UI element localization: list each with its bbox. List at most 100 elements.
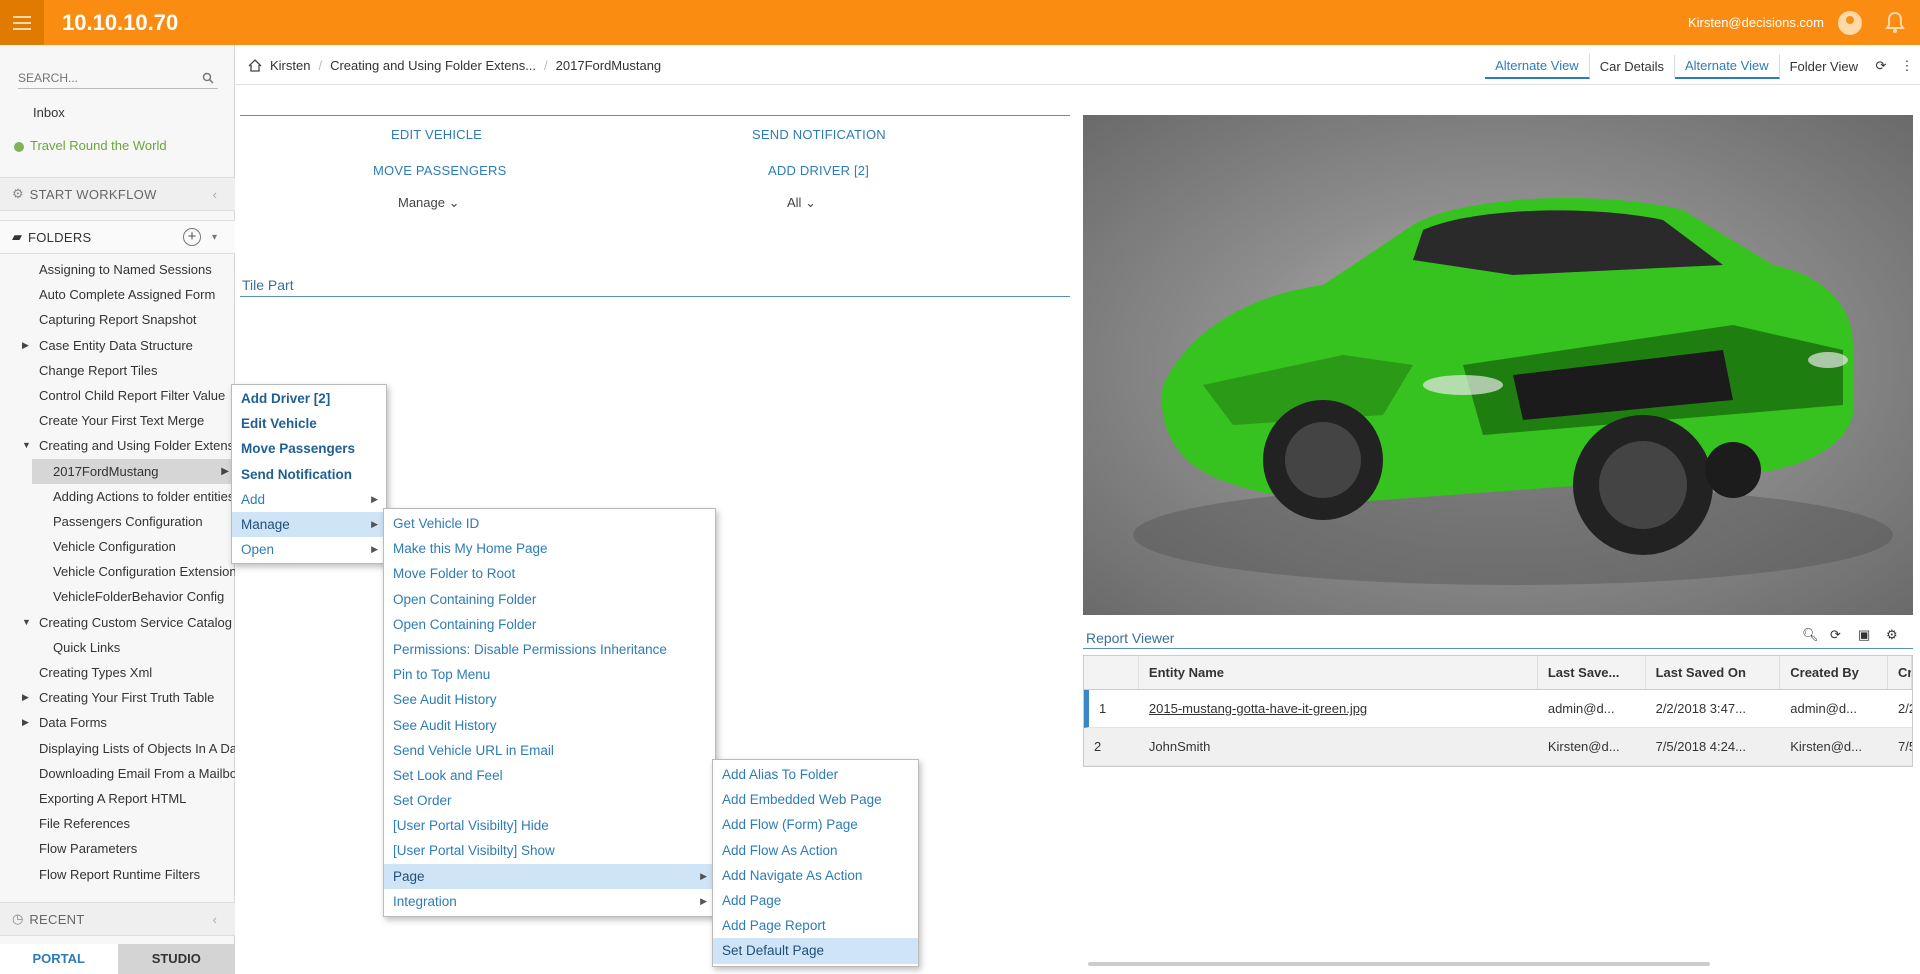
menu-item[interactable]: Open ▶ [232, 537, 386, 562]
menu-item[interactable]: Move Passengers [232, 436, 386, 461]
column-header-last-saved-on[interactable]: Last Saved On [1646, 656, 1781, 689]
folder-tree-item[interactable]: Creating Types Xml [0, 660, 235, 685]
folder-tree-item[interactable]: Adding Actions to folder entities [0, 484, 235, 509]
expand-arrow-icon[interactable]: ▶ [22, 685, 29, 710]
search-icon[interactable] [202, 72, 214, 84]
tab-folder-view[interactable]: Folder View [1780, 55, 1868, 78]
folder-tree-item[interactable]: Change Report Tiles [0, 358, 235, 383]
folder-tree-item[interactable]: Capturing Report Snapshot [0, 307, 235, 332]
folder-tree-item[interactable]: Auto Complete Assigned Form [0, 282, 235, 307]
hamburger-menu-icon[interactable] [0, 0, 44, 45]
folder-tree-item[interactable]: Control Child Report Filter Value [0, 383, 235, 408]
menu-item[interactable]: Add Driver [2] [232, 386, 386, 411]
recent-header[interactable]: ◷ RECENT ‹ [0, 902, 235, 936]
folder-tree-item[interactable]: Exporting A Report HTML [0, 786, 235, 811]
folder-tree-item[interactable]: File References [0, 811, 235, 836]
menu-item[interactable]: Get Vehicle ID [384, 511, 715, 536]
add-folder-icon[interactable]: + [183, 228, 201, 246]
menu-item[interactable]: Manage ▶ [232, 511, 386, 538]
gear-icon[interactable]: ⚙ [1886, 627, 1904, 645]
folder-tree-item[interactable]: Downloading Email From a Mailbox [0, 761, 235, 786]
home-icon[interactable] [248, 59, 262, 72]
column-header-entity-name[interactable]: Entity Name [1139, 656, 1538, 689]
menu-item[interactable]: Move Folder to Root [384, 561, 715, 586]
folder-tree-item[interactable]: Vehicle Configuration [0, 534, 235, 559]
horizontal-scrollbar[interactable] [1088, 962, 1710, 966]
menu-item[interactable]: Pin to Top Menu [384, 662, 715, 687]
tab-alternate-view[interactable]: Alternate View [1485, 53, 1590, 79]
tab-car-details[interactable]: Car Details [1590, 54, 1675, 78]
menu-item[interactable]: Integration ▶ [384, 889, 715, 914]
menu-item[interactable]: Add Alias To Folder [713, 762, 918, 787]
menu-item[interactable]: Set Order [384, 788, 715, 813]
travel-workflow-link[interactable]: Travel Round the World [14, 138, 167, 153]
entity-name-text[interactable]: 2015-mustang-gotta-have-it-green.jpg [1149, 701, 1367, 716]
tab-alternate-view-2[interactable]: Alternate View [1675, 53, 1780, 79]
collapse-arrow-icon[interactable]: ▼ [22, 433, 31, 458]
menu-item[interactable]: See Audit History [384, 713, 715, 738]
menu-item[interactable]: Permissions: Disable Permissions Inherit… [384, 637, 715, 662]
menu-item[interactable]: Add ▶ [232, 487, 386, 512]
menu-item[interactable]: Open Containing Folder [384, 612, 715, 637]
expand-arrow-icon[interactable]: ▶ [22, 333, 29, 358]
expand-arrow-icon[interactable]: ▶ [22, 710, 29, 735]
menu-item[interactable]: Send Vehicle URL in Email [384, 738, 715, 763]
folder-tree-item[interactable]: Create Your First Text Merge [0, 408, 235, 433]
folder-tree-item[interactable]: ▶ Creating Your First Truth Table [0, 685, 235, 710]
breadcrumb-item[interactable]: Creating and Using Folder Extens... [330, 58, 536, 73]
menu-item[interactable]: Add Navigate As Action [713, 863, 918, 888]
chevron-left-icon[interactable]: ‹ [213, 912, 217, 927]
menu-item[interactable]: Add Flow As Action [713, 838, 918, 863]
more-options-icon[interactable]: ⋮ [1894, 58, 1920, 74]
search-box[interactable] [18, 67, 218, 89]
send-notification-action[interactable]: SEND NOTIFICATION [752, 127, 886, 142]
table-row[interactable]: 1 2015-mustang-gotta-have-it-green.jpg a… [1084, 690, 1912, 728]
folder-tree-item[interactable]: VehicleFolderBehavior Config [0, 584, 235, 609]
menu-item[interactable]: Make this My Home Page [384, 536, 715, 561]
column-header-created-on[interactable]: Cr [1888, 656, 1912, 689]
menu-item[interactable]: [User Portal Visibilty] Hide [384, 813, 715, 838]
chevron-down-icon[interactable]: ▾ [212, 232, 217, 243]
user-email[interactable]: Kirsten@decisions.com [1688, 15, 1824, 30]
all-dropdown[interactable]: All ⌄ [787, 195, 816, 211]
folders-header[interactable]: ▰ FOLDERS + ▾ [0, 220, 235, 254]
column-header-created-by[interactable]: Created By [1780, 656, 1888, 689]
inbox-link[interactable]: Inbox [33, 105, 65, 120]
add-driver-action[interactable]: ADD DRIVER [2] [768, 163, 869, 178]
folder-tree-item[interactable]: Passengers Configuration [0, 509, 235, 534]
move-passengers-action[interactable]: MOVE PASSENGERS [373, 163, 507, 178]
menu-item[interactable]: Send Notification [232, 462, 386, 487]
bell-icon[interactable] [1884, 11, 1906, 35]
menu-item[interactable]: See Audit History [384, 687, 715, 712]
folder-tree-item[interactable]: ▶ Data Forms [0, 710, 235, 735]
search-input[interactable] [18, 67, 188, 85]
menu-item[interactable]: Add Flow (Form) Page [713, 812, 918, 837]
folder-tree-item[interactable]: Vehicle Configuration Extension [0, 559, 235, 584]
menu-item[interactable]: Add Page [713, 888, 918, 913]
table-row[interactable]: 2 JohnSmith Kirsten@d... 7/5/2018 4:24..… [1084, 728, 1912, 766]
start-workflow-header[interactable]: ⚙ START WORKFLOW ‹ [0, 177, 235, 211]
folder-tree-item[interactable]: 2017FordMustang ▶ [32, 458, 235, 484]
folder-tree-item[interactable]: Assigning to Named Sessions [0, 257, 235, 282]
column-header-last-saved-by[interactable]: Last Save... [1538, 656, 1646, 689]
submenu-arrow-icon[interactable]: ▶ [221, 459, 229, 484]
folder-tree-item[interactable]: Flow Parameters [0, 836, 235, 861]
menu-item[interactable]: Open Containing Folder [384, 587, 715, 612]
menu-item[interactable]: Add Embedded Web Page [713, 787, 918, 812]
menu-item[interactable]: Set Default Page [713, 938, 918, 964]
menu-item[interactable]: Page ▶ [384, 863, 715, 889]
refresh-icon[interactable]: ⟳ [1830, 627, 1848, 645]
folder-tree-item[interactable]: Flow Report Runtime Filters [0, 862, 235, 887]
menu-item[interactable]: [User Portal Visibilty] Show [384, 838, 715, 863]
folder-tree-item[interactable]: Displaying Lists of Objects In A Data [0, 736, 235, 761]
user-avatar-icon[interactable] [1838, 11, 1862, 35]
folder-tree-item[interactable]: ▼ Creating and Using Folder Extensions [0, 433, 235, 458]
manage-dropdown[interactable]: Manage ⌄ [398, 195, 460, 211]
menu-item[interactable]: Edit Vehicle [232, 411, 386, 436]
export-icon[interactable]: ▣ [1858, 627, 1876, 645]
edit-vehicle-action[interactable]: EDIT VEHICLE [391, 127, 482, 142]
tab-portal[interactable]: PORTAL [0, 944, 118, 974]
menu-item[interactable]: Add Page Report [713, 913, 918, 938]
chevron-left-icon[interactable]: ‹ [213, 187, 217, 202]
folder-tree-item[interactable]: ▼ Creating Custom Service Catalog [0, 610, 235, 635]
